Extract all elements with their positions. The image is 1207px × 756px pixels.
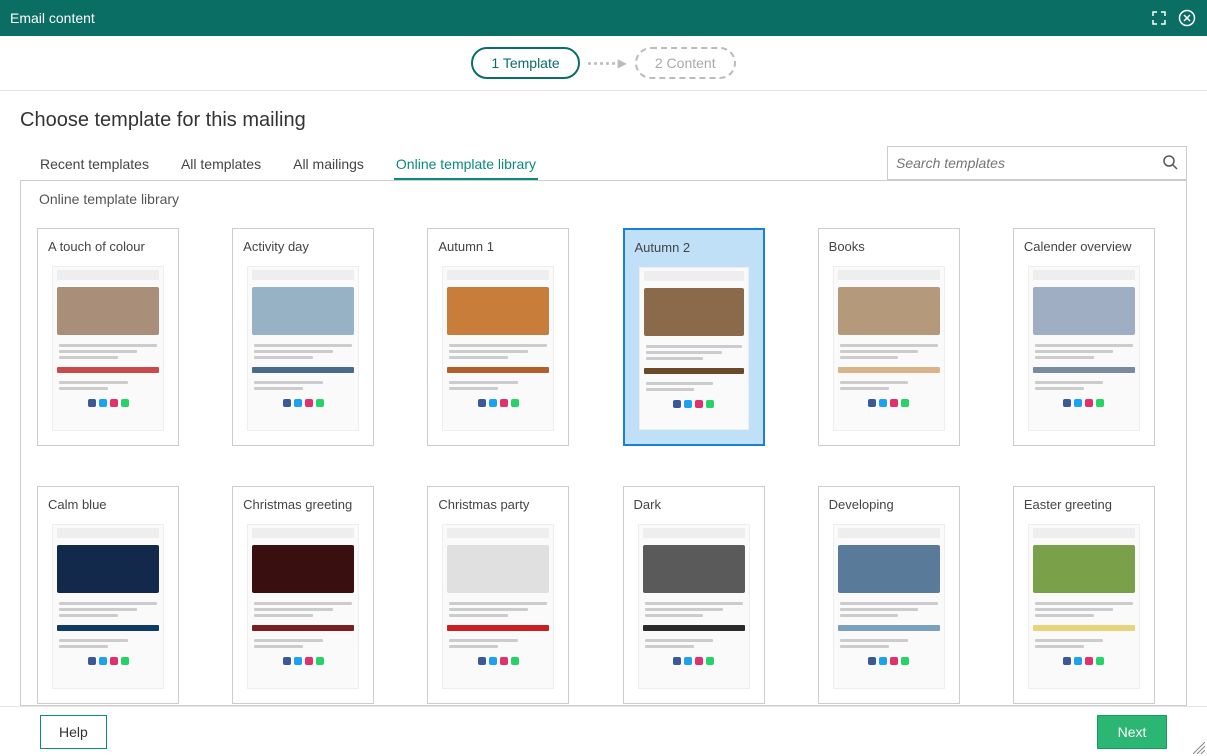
footer: Help Next (0, 706, 1207, 756)
template-title: Autumn 1 (428, 229, 568, 260)
template-card[interactable]: Dark (623, 486, 765, 704)
tab-all-mailings[interactable]: All mailings (291, 150, 366, 180)
wizard-connector: ▶ (588, 56, 627, 70)
template-panel: Online template library A touch of colou… (20, 180, 1187, 706)
template-card[interactable]: Activity day (232, 228, 374, 446)
tab-online-template-library[interactable]: Online template library (394, 150, 538, 180)
wizard-step-template[interactable]: 1 Template (471, 47, 579, 79)
tabs: Recent templates All templates All mailing… (20, 150, 538, 180)
template-title: Autumn 2 (625, 230, 763, 261)
fullscreen-icon[interactable] (1149, 8, 1169, 28)
window-title: Email content (10, 10, 95, 26)
template-thumbnail (442, 524, 554, 689)
wizard-step-label: 2 Content (655, 55, 716, 71)
template-thumbnail (247, 524, 359, 689)
search-input[interactable] (896, 155, 1154, 171)
template-grid: A touch of colour Activity day Autumn 1 Aut… (37, 228, 1170, 704)
template-thumbnail (1028, 524, 1140, 689)
tabs-and-search: Recent templates All templates All mailing… (20, 146, 1187, 180)
template-card[interactable]: Developing (818, 486, 960, 704)
wizard-step-content[interactable]: 2 Content (635, 47, 736, 79)
template-card[interactable]: Calm blue (37, 486, 179, 704)
template-title: Dark (624, 487, 764, 518)
template-title: A touch of colour (38, 229, 178, 260)
tab-all-templates[interactable]: All templates (179, 150, 263, 180)
titlebar: Email content (0, 0, 1207, 36)
template-thumbnail (833, 524, 945, 689)
template-thumbnail (638, 524, 750, 689)
tab-recent-templates[interactable]: Recent templates (38, 150, 151, 180)
template-card[interactable]: Christmas party (427, 486, 569, 704)
next-button[interactable]: Next (1097, 715, 1167, 749)
template-thumbnail (442, 266, 554, 431)
template-title: Calm blue (38, 487, 178, 518)
main-content: Choose template for this mailing Recent … (0, 91, 1207, 706)
wizard-steps: 1 Template ▶ 2 Content (0, 36, 1207, 91)
template-card[interactable]: Autumn 1 (427, 228, 569, 446)
template-grid-scroll[interactable]: A touch of colour Activity day Autumn 1 Aut… (21, 218, 1186, 705)
page-heading: Choose template for this mailing (20, 109, 1187, 132)
template-thumbnail (247, 266, 359, 431)
template-thumbnail (639, 267, 749, 430)
close-icon[interactable] (1177, 8, 1197, 28)
search-icon[interactable] (1162, 154, 1178, 173)
template-title: Calender overview (1014, 229, 1154, 260)
template-thumbnail (833, 266, 945, 431)
template-title: Christmas greeting (233, 487, 373, 518)
template-thumbnail (1028, 266, 1140, 431)
template-card[interactable]: Easter greeting (1013, 486, 1155, 704)
titlebar-actions (1149, 8, 1197, 28)
template-card[interactable]: Christmas greeting (232, 486, 374, 704)
template-title: Books (819, 229, 959, 260)
wizard-step-label: 1 Template (491, 55, 559, 71)
search-box[interactable] (887, 146, 1187, 180)
template-title: Christmas party (428, 487, 568, 518)
template-thumbnail (52, 266, 164, 431)
template-card[interactable]: Calender overview (1013, 228, 1155, 446)
template-title: Easter greeting (1014, 487, 1154, 518)
template-title: Activity day (233, 229, 373, 260)
template-title: Developing (819, 487, 959, 518)
help-button[interactable]: Help (40, 715, 107, 749)
panel-header: Online template library (21, 181, 1186, 218)
template-card[interactable]: Autumn 2 (623, 228, 765, 446)
template-card[interactable]: Books (818, 228, 960, 446)
resize-grip-icon[interactable] (1193, 742, 1205, 754)
chevron-right-icon: ▶ (618, 56, 627, 70)
template-card[interactable]: A touch of colour (37, 228, 179, 446)
template-thumbnail (52, 524, 164, 689)
